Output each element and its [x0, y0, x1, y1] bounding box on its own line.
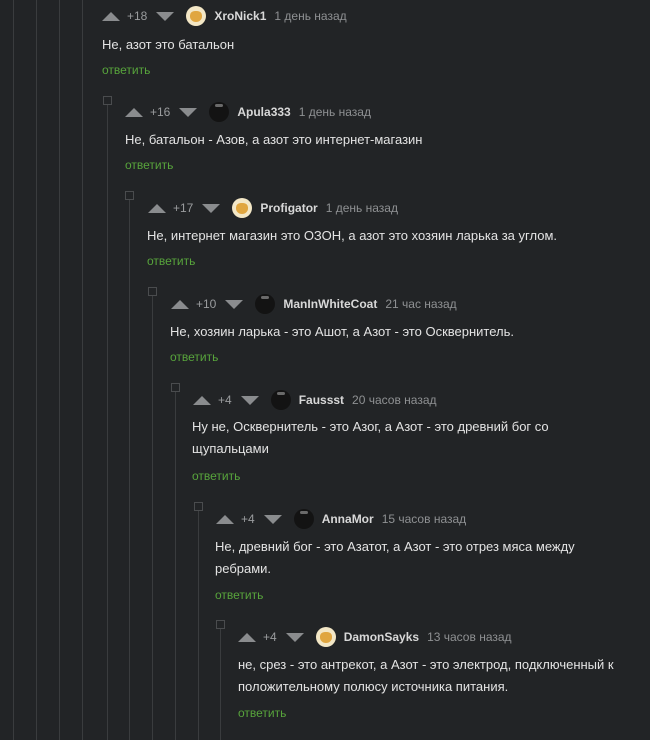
- comment-time[interactable]: 1 день назад: [299, 105, 371, 119]
- comment-author[interactable]: XroNick1: [214, 9, 266, 23]
- comment-header: +17 Profigator 1 день назад: [148, 197, 398, 219]
- comment-text: Не, древний бог - это Азатот, а Азот - э…: [215, 539, 575, 576]
- collapse-toggle[interactable]: [194, 502, 203, 511]
- thread-line: [13, 0, 14, 740]
- downvote-icon[interactable]: [263, 514, 282, 524]
- downvote-icon[interactable]: [240, 395, 259, 405]
- thread-line: [59, 0, 60, 740]
- comment-text: Ну не, Осквернитель - это Азог, а Азот -…: [192, 419, 549, 456]
- comment-text: Не, интернет магазин это ОЗОН, а азот эт…: [147, 228, 557, 243]
- upvote-icon[interactable]: [216, 514, 234, 524]
- reply-link[interactable]: ответить: [147, 254, 195, 268]
- downvote-icon[interactable]: [156, 11, 175, 21]
- comment-author[interactable]: AnnaMor: [322, 512, 374, 526]
- comment-text: Не, хозяин ларька - это Ашот, а Азот - э…: [170, 324, 514, 339]
- comment-rating: +16: [150, 105, 171, 119]
- comment-time[interactable]: 21 час назад: [385, 297, 456, 311]
- avatar[interactable]: [293, 509, 314, 529]
- thread-line: [152, 291, 153, 740]
- reply-link[interactable]: ответить: [215, 588, 263, 602]
- downvote-icon[interactable]: [202, 203, 221, 213]
- collapse-toggle[interactable]: [125, 191, 134, 200]
- comment-author[interactable]: ManInWhiteCoat: [283, 297, 377, 311]
- comment-time[interactable]: 1 день назад: [274, 9, 346, 23]
- comment-author[interactable]: Profigator: [260, 201, 317, 215]
- thread-line: [198, 506, 199, 740]
- downvote-icon[interactable]: [225, 299, 244, 309]
- thread-line: [36, 0, 37, 740]
- comment-time[interactable]: 13 часов назад: [427, 630, 511, 644]
- avatar[interactable]: [270, 390, 291, 410]
- upvote-icon[interactable]: [148, 203, 166, 213]
- comment-header: +4 DamonSayks 13 часов назад: [238, 626, 512, 648]
- comment-time[interactable]: 1 день назад: [326, 201, 398, 215]
- comment-rating: +4: [241, 512, 255, 526]
- comment-header: +16 Apula333 1 день назад: [125, 101, 371, 123]
- comment-text: не, срез - это антрекот, а Азот - это эл…: [238, 657, 614, 694]
- comment-author[interactable]: DamonSayks: [344, 630, 419, 644]
- collapse-toggle[interactable]: [103, 96, 112, 105]
- collapse-toggle[interactable]: [148, 287, 157, 296]
- thread-line: [129, 195, 130, 740]
- upvote-icon[interactable]: [171, 299, 189, 309]
- avatar[interactable]: [186, 6, 207, 26]
- comment-rating: +10: [196, 297, 217, 311]
- upvote-icon[interactable]: [125, 107, 143, 117]
- comment-rating: +4: [263, 630, 277, 644]
- avatar[interactable]: [315, 627, 336, 647]
- reply-link[interactable]: ответить: [170, 350, 218, 364]
- comment-header: +10 ManInWhiteCoat 21 час назад: [171, 293, 457, 315]
- comment-text: Не, азот это батальон: [102, 37, 235, 52]
- comment-header: +4 AnnaMor 15 часов назад: [216, 508, 466, 530]
- comment-rating: +17: [173, 201, 194, 215]
- upvote-icon[interactable]: [102, 11, 120, 21]
- upvote-icon[interactable]: [238, 632, 256, 642]
- upvote-icon[interactable]: [193, 395, 211, 405]
- avatar[interactable]: [255, 294, 276, 314]
- reply-link[interactable]: ответить: [125, 158, 173, 172]
- comment-time[interactable]: 15 часов назад: [382, 512, 466, 526]
- thread-line: [220, 624, 221, 740]
- comment-rating: +4: [218, 393, 232, 407]
- avatar[interactable]: [232, 198, 253, 218]
- downvote-icon[interactable]: [285, 632, 304, 642]
- comment-author[interactable]: Apula333: [237, 105, 290, 119]
- avatar[interactable]: [209, 102, 230, 122]
- comment-author[interactable]: Faussst: [299, 393, 344, 407]
- comment-header: +4 Faussst 20 часов назад: [193, 389, 437, 411]
- reply-link[interactable]: ответить: [238, 706, 286, 720]
- comment-text: Не, батальон - Азов, а азот это интернет…: [125, 132, 423, 147]
- thread-line: [82, 0, 83, 740]
- comment-header: +18 XroNick1 1 день назад: [102, 5, 347, 27]
- collapse-toggle[interactable]: [216, 620, 225, 629]
- comment-time[interactable]: 20 часов назад: [352, 393, 436, 407]
- downvote-icon[interactable]: [179, 107, 198, 117]
- reply-link[interactable]: ответить: [102, 63, 150, 77]
- collapse-toggle[interactable]: [171, 383, 180, 392]
- comment-rating: +18: [127, 9, 148, 23]
- thread-line: [107, 100, 108, 740]
- reply-link[interactable]: ответить: [192, 469, 240, 483]
- thread-line: [175, 387, 176, 740]
